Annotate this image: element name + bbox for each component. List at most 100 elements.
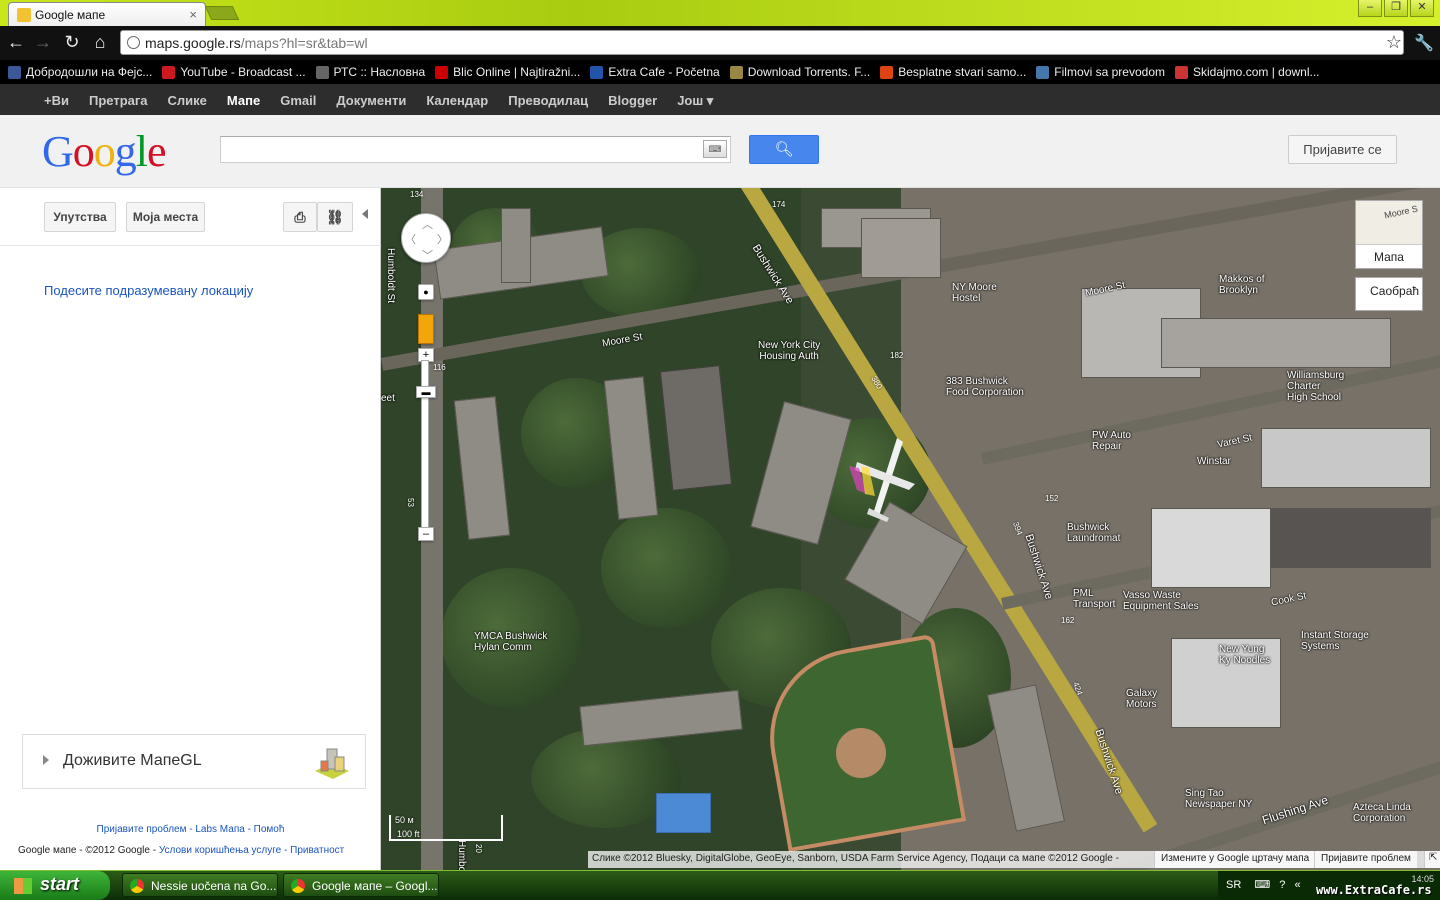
satellite-map[interactable]: Bushwick Ave Moore St Moore St Humboldt … [381,188,1440,870]
chrome-icon [291,879,305,893]
bookmark-favicon-icon [162,65,176,79]
wrench-icon[interactable]: 🔧 [1414,33,1434,53]
bookmark-label: Blic Online | Najtiražni... [453,65,581,79]
makkos-label: Makkos of Brooklyn [1219,274,1265,296]
gbar-item[interactable]: Документи [326,84,416,115]
traffic-button[interactable]: Саобраћ [1355,277,1423,311]
humboldt-st-label: Humboldt St [385,248,396,304]
bookmark-star-icon[interactable]: ☆ [1386,31,1402,53]
traffic-label: Саобраћ [1370,284,1420,298]
bookmark-favicon-icon [315,65,329,79]
taskbar-item[interactable]: Nessie uočena na Go... [122,873,278,897]
road-number: 152 [1045,494,1059,503]
reload-icon[interactable]: ↻ [61,32,83,52]
blue-roof [656,793,711,833]
help-tray-icon[interactable]: ? [1279,879,1285,891]
search-input[interactable] [220,136,731,163]
keyboard-icon[interactable]: ⌨ [703,140,727,158]
collapse-panel-icon[interactable] [362,209,368,219]
gbar-item[interactable]: Слике [158,84,217,115]
pan-control[interactable]: ︿ ﹀ 〈 〉 [401,213,451,263]
keyboard-tray-icon[interactable]: ⌨ [1254,879,1270,891]
google-bar: +Ви Претрага Слике Мапе Gmail Документи Календ… [0,84,1440,115]
bookmark-label: РТС :: Насловна [333,65,426,79]
directions-button[interactable]: Упутства [44,202,116,232]
gbar-item[interactable]: Gmail [270,84,326,115]
new-tab-button[interactable] [204,6,240,20]
zoom-slider-handle[interactable]: ▬ [416,386,436,398]
bookmark-item[interactable]: Besplatne stvari samo... [878,60,1034,84]
taskbar-item-active[interactable]: Google мапе – Googl... [283,873,439,897]
pan-up-icon[interactable]: ︿ [422,216,433,232]
start-label: start [40,874,80,894]
scale-feet: 100 ft [397,829,420,839]
bookmark-label: YouTube - Broadcast ... [180,65,306,79]
map-thumbnail: Moore S [1356,201,1422,245]
gbar-item[interactable]: Још ▾ [667,84,723,115]
nycha-label: New York City Housing Auth [758,340,821,362]
forward-icon[interactable]: → [32,32,54,52]
print-icon[interactable]: ⎙ [283,202,317,232]
footer-copy: Google мапе - ©2012 Google - [18,845,157,856]
close-tab-icon[interactable]: × [189,7,197,22]
search-button[interactable]: 🔍︎ [749,135,819,164]
bookmark-favicon-icon [1175,65,1188,79]
gbar-item[interactable]: Претрага [79,84,158,115]
terms-link[interactable]: Услови коришћења услуге - Приватност [159,845,344,856]
bookmark-item[interactable]: Download Torrents. F... [728,60,879,84]
pan-left-icon[interactable]: 〈 [405,231,416,247]
gbar-item[interactable]: Календар [416,84,498,115]
gbar-item[interactable]: Мапе [217,84,270,115]
food-corp-label: 383 Bushwick Food Corporation [946,376,1024,398]
map-type-label: Мапа [1374,250,1404,264]
google-logo[interactable]: Google [42,130,167,174]
close-window-icon[interactable]: ✕ [1410,0,1434,17]
bookmark-item[interactable]: Filmovi sa prevodom [1034,60,1173,84]
bookmark-item[interactable]: Skidajmo.com | downl... [1173,60,1328,84]
pw-auto-label: PW Auto Repair [1092,430,1131,452]
panel-footer-links[interactable]: Пријавите проблем - Labs Мапа - Помоћ [0,824,381,835]
bookmark-label: Download Torrents. F... [747,65,871,79]
gbar-item[interactable]: Blogger [598,84,667,115]
map-type-button[interactable]: Moore S Мапа [1355,200,1423,269]
chevron-tray-icon[interactable]: « [1294,879,1300,891]
bookmark-favicon-icon [435,65,449,79]
edit-in-map-maker-link[interactable]: Измените у Google цртачу мапа [1154,851,1316,868]
pan-down-icon[interactable]: ﹀ [422,247,433,263]
bookmark-favicon-icon [729,65,743,79]
mapgl-promo[interactable]: Доживите МапеGL [22,734,366,789]
sign-in-button[interactable]: Пријавите се [1288,135,1397,164]
chrome-icon [130,879,144,893]
bookmark-item[interactable]: Extra Cafe - Početna [588,60,727,84]
bookmark-item[interactable]: РТС :: Насловна [314,60,434,84]
my-places-button[interactable]: Моја места [126,202,205,232]
address-bar[interactable]: maps.google.rs/maps?hl=sr&tab=wl [120,30,1404,55]
start-button[interactable]: start [0,871,110,900]
pan-right-icon[interactable]: 〉 [437,231,448,247]
gbar-item[interactable]: +Ви [34,84,79,115]
minimize-icon[interactable]: – [1358,0,1382,17]
resize-icon[interactable]: ⇱ [1424,851,1440,868]
bookmark-favicon-icon [1036,65,1050,79]
panel-footer-copyright: Google мапе - ©2012 Google - Услови кори… [18,845,381,856]
map-thumb-label: Moore S [1383,203,1419,221]
eet-label: eet [381,393,395,404]
pegman-icon[interactable] [418,314,434,344]
taskbar-item-label: Nessie uočena na Go... [151,879,277,893]
report-problem-link[interactable]: Пријавите проблем [1314,851,1417,868]
language-indicator[interactable]: SR [1226,879,1241,891]
mapgl-buildings-icon [315,748,349,779]
bookmark-item[interactable]: Blic Online | Najtiražni... [433,60,588,84]
center-location-icon[interactable]: ● [418,284,434,300]
maximize-icon[interactable]: ❐ [1384,0,1408,17]
gbar-item[interactable]: Преводилац [498,84,598,115]
set-default-location-link[interactable]: Подесите подразумевану локацију [44,283,253,298]
browser-tab[interactable]: Google мапе × [8,2,206,26]
bookmark-item[interactable]: YouTube - Broadcast ... [160,60,313,84]
link-icon[interactable]: ⛓ [317,202,353,232]
bookmark-item[interactable]: Добродошли на Фејс... [6,60,160,84]
back-icon[interactable]: ← [5,32,27,52]
zoom-out-icon[interactable]: – [418,527,434,541]
home-icon[interactable]: ⌂ [89,32,111,52]
bookmark-label: Extra Cafe - Početna [608,65,720,79]
